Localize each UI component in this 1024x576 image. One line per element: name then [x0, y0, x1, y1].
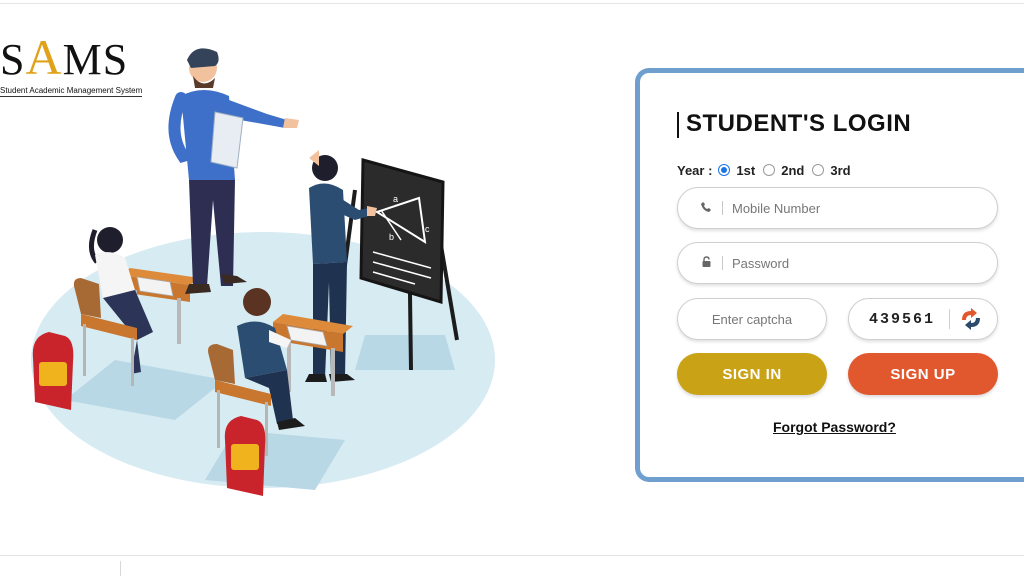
- lock-icon: [696, 255, 716, 271]
- svg-text:a: a: [393, 194, 398, 204]
- refresh-icon[interactable]: [956, 306, 986, 332]
- forgot-password-link[interactable]: Forgot Password?: [773, 419, 896, 435]
- captcha-code: 439561: [869, 310, 936, 328]
- classroom-illustration: a b c: [31, 48, 495, 496]
- svg-text:c: c: [425, 224, 430, 234]
- captcha-separator: [949, 309, 951, 329]
- password-field[interactable]: [677, 242, 998, 284]
- captcha-field[interactable]: [677, 298, 827, 340]
- password-input[interactable]: [732, 255, 972, 271]
- radio-2nd[interactable]: [763, 164, 776, 176]
- sign-in-button[interactable]: SIGN IN: [677, 353, 827, 395]
- field-separator: [722, 201, 723, 215]
- sign-up-button[interactable]: SIGN UP: [848, 353, 998, 395]
- phone-icon: [696, 201, 716, 216]
- captcha-display: 439561: [848, 298, 998, 340]
- radio-3rd[interactable]: [812, 164, 825, 176]
- year-option-label: 3rd: [830, 162, 851, 178]
- mobile-field[interactable]: [677, 187, 998, 229]
- year-option-label: 1st: [736, 162, 756, 178]
- year-label: Year :: [677, 162, 713, 178]
- top-divider: [0, 0, 1024, 4]
- year-option-2nd[interactable]: 2nd: [763, 163, 804, 178]
- bottom-divider-tick: [120, 561, 121, 576]
- login-title: STUDENT'S LOGIN: [686, 110, 912, 137]
- bottom-divider: [0, 555, 1024, 556]
- captcha-input[interactable]: [692, 311, 812, 327]
- svg-text:b: b: [389, 232, 394, 242]
- year-option-label: 2nd: [781, 162, 805, 178]
- mobile-number-input[interactable]: [732, 200, 972, 216]
- field-separator: [722, 256, 723, 270]
- year-option-1st[interactable]: 1st: [718, 163, 755, 178]
- year-selector: Year : 1st 2nd 3rd: [677, 160, 859, 180]
- radio-1st[interactable]: [718, 164, 731, 176]
- year-option-3rd[interactable]: 3rd: [812, 162, 851, 178]
